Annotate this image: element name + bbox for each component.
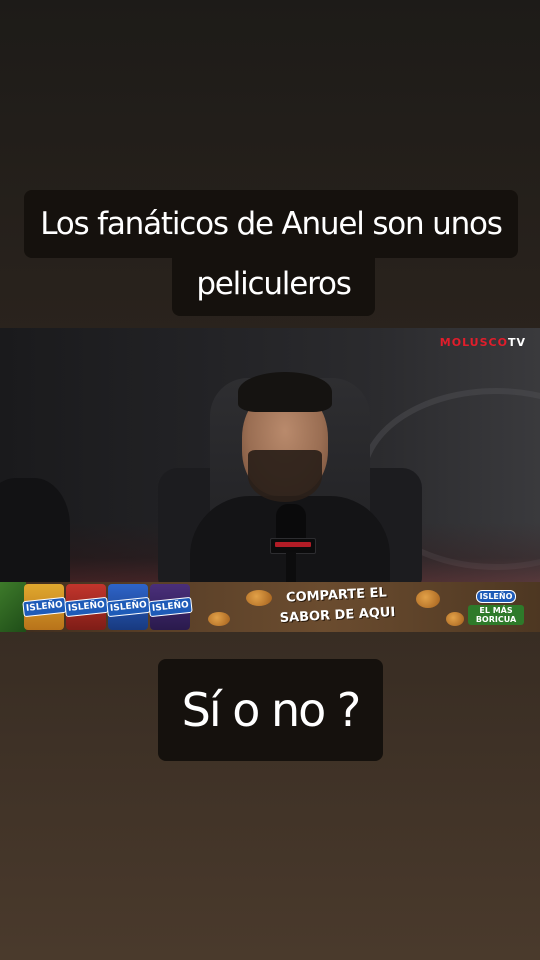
bag-brand-label: ISLEÑO [21, 596, 67, 618]
sponsor-ad-banner[interactable]: ISLEÑO ISLEÑO ISLEÑO ISLEÑO COMPARTE EL … [0, 582, 540, 632]
ad-badge: ISLEÑO EL MÁS BORICUA [468, 584, 524, 630]
caption-line-2: peliculeros [172, 258, 375, 316]
bag-brand-label: ISLEÑO [105, 596, 151, 618]
chip-bag: ISLEÑO [21, 584, 67, 630]
chip-bag: ISLEÑO [105, 584, 151, 630]
bag-brand-label: ISLEÑO [63, 596, 109, 618]
mic-stand [286, 552, 296, 582]
chip-bag: ISLEÑO [147, 584, 193, 630]
watermark-brand: MOLUSCO [439, 336, 508, 349]
ad-badge-tagline: EL MÁS BORICUA [468, 604, 524, 625]
watermark-suffix: TV [507, 336, 526, 349]
snack-piece [208, 612, 230, 626]
channel-watermark: MOLUSCOTV [440, 336, 526, 349]
left-person-silhouette [0, 478, 70, 582]
snack-piece [416, 590, 440, 608]
chip-bag: ISLEÑO [63, 584, 109, 630]
person-hair [238, 372, 332, 412]
snack-piece [446, 612, 464, 626]
video-frame[interactable]: MOLUSCOTV [0, 328, 540, 582]
ad-badge-brand: ISLEÑO [475, 589, 517, 603]
person-beard [248, 450, 322, 502]
bag-brand-label: ISLEÑO [147, 596, 193, 618]
question-caption: Sí o no ? [158, 659, 383, 761]
ad-slogan: COMPARTE EL SABOR DE AQUI [261, 582, 413, 630]
caption-line-1: Los fanáticos de Anuel son unos [24, 190, 518, 258]
